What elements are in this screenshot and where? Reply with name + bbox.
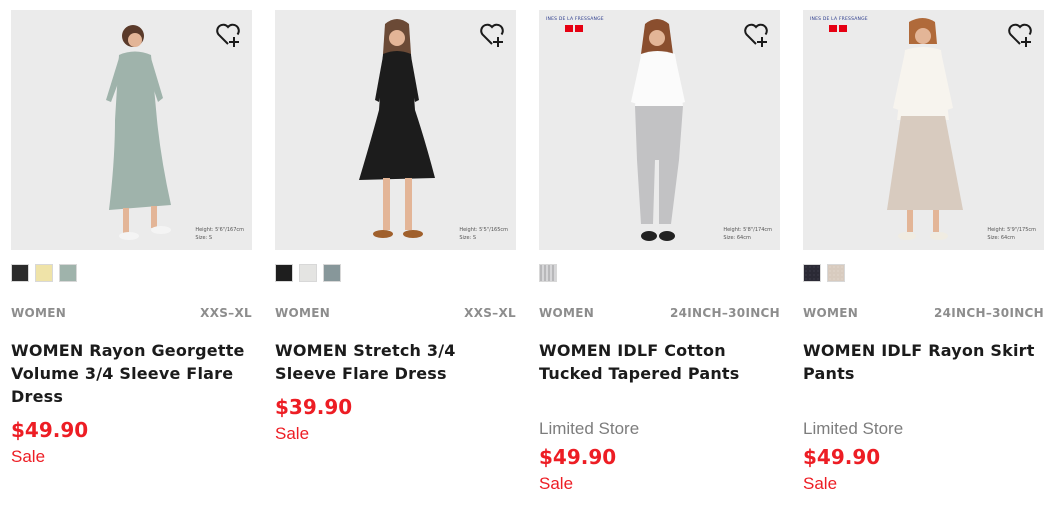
product-name[interactable]: WOMEN Stretch 3/4 Sleeve Flare Dress (275, 339, 516, 385)
product-image[interactable]: Height: 5'5"/165cm Size: S (275, 10, 516, 250)
product-image[interactable]: INES DE LA FRESSANGE Height: 5'8"/174cm … (539, 10, 780, 250)
heart-plus-icon[interactable] (214, 20, 242, 48)
product-meta: WOMEN XXS–XL (275, 306, 516, 320)
color-swatch[interactable] (59, 264, 77, 282)
product-price: $49.90 (539, 445, 617, 469)
product-name[interactable]: WOMEN Rayon Georgette Volume 3/4 Sleeve … (11, 339, 252, 408)
color-swatch[interactable] (275, 264, 293, 282)
store-availability: Limited Store (539, 419, 640, 438)
product-meta: WOMEN 24INCH–30INCH (803, 306, 1044, 320)
color-swatch[interactable] (827, 264, 845, 282)
model-measurements: Height: 5'9"/175cm Size: 64cm (987, 226, 1036, 242)
gender-label: WOMEN (11, 306, 67, 320)
store-availability: Limited Store (803, 419, 904, 438)
product-meta: WOMEN XXS–XL (11, 306, 252, 320)
model-size: Size: 64cm (723, 235, 751, 241)
model-height: Height: 5'5"/165cm (459, 227, 508, 233)
heart-plus-icon[interactable] (1006, 20, 1034, 48)
gender-label: WOMEN (803, 306, 859, 320)
color-swatches (275, 264, 516, 282)
sale-label: Sale (803, 474, 838, 493)
heart-plus-icon[interactable] (478, 20, 506, 48)
color-swatch[interactable] (539, 264, 557, 282)
product-image[interactable]: INES DE LA FRESSANGE Height: 5'9"/175cm … (803, 10, 1044, 250)
product-image[interactable]: Height: 5'6"/167cm Size: S (11, 10, 252, 250)
heart-plus-icon[interactable] (742, 20, 770, 48)
model-measurements: Height: 5'6"/167cm Size: S (195, 226, 244, 242)
sale-label: Sale (275, 424, 310, 443)
gender-label: WOMEN (539, 306, 595, 320)
size-range: 24INCH–30INCH (933, 306, 1044, 320)
model-height: Height: 5'8"/174cm (723, 227, 772, 233)
size-range: XXS–XL (464, 306, 516, 320)
color-swatches (803, 264, 1044, 282)
color-swatches (539, 264, 780, 282)
product-card[interactable]: INES DE LA FRESSANGE Height: 5'8"/174cm … (539, 10, 780, 494)
size-range: XXS–XL (200, 306, 252, 320)
product-card[interactable]: Height: 5'5"/165cm Size: S WOMEN XXS–XL … (275, 10, 516, 444)
color-swatches (11, 264, 252, 282)
product-price: $49.90 (803, 445, 881, 469)
model-height: Height: 5'6"/167cm (195, 227, 244, 233)
product-card[interactable]: INES DE LA FRESSANGE Height: 5'9"/175cm … (803, 10, 1044, 494)
color-swatch[interactable] (323, 264, 341, 282)
product-name[interactable]: WOMEN IDLF Cotton Tucked Tapered Pants (539, 339, 780, 385)
model-size: Size: S (195, 235, 213, 241)
gender-label: WOMEN (275, 306, 331, 320)
model-height: Height: 5'9"/175cm (987, 227, 1036, 233)
product-price: $49.90 (11, 418, 89, 442)
color-swatch[interactable] (299, 264, 317, 282)
sale-label: Sale (539, 474, 574, 493)
product-card[interactable]: Height: 5'6"/167cm Size: S WOMEN XXS–XL … (11, 10, 252, 467)
color-swatch[interactable] (803, 264, 821, 282)
color-swatch[interactable] (35, 264, 53, 282)
product-price: $39.90 (275, 395, 353, 419)
color-swatch[interactable] (11, 264, 29, 282)
model-measurements: Height: 5'5"/165cm Size: S (459, 226, 508, 242)
product-name[interactable]: WOMEN IDLF Rayon Skirt Pants (803, 339, 1044, 385)
product-meta: WOMEN 24INCH–30INCH (539, 306, 780, 320)
model-size: Size: S (459, 235, 477, 241)
size-range: 24INCH–30INCH (669, 306, 780, 320)
sale-label: Sale (11, 447, 46, 466)
model-measurements: Height: 5'8"/174cm Size: 64cm (723, 226, 772, 242)
model-size: Size: 64cm (987, 235, 1015, 241)
